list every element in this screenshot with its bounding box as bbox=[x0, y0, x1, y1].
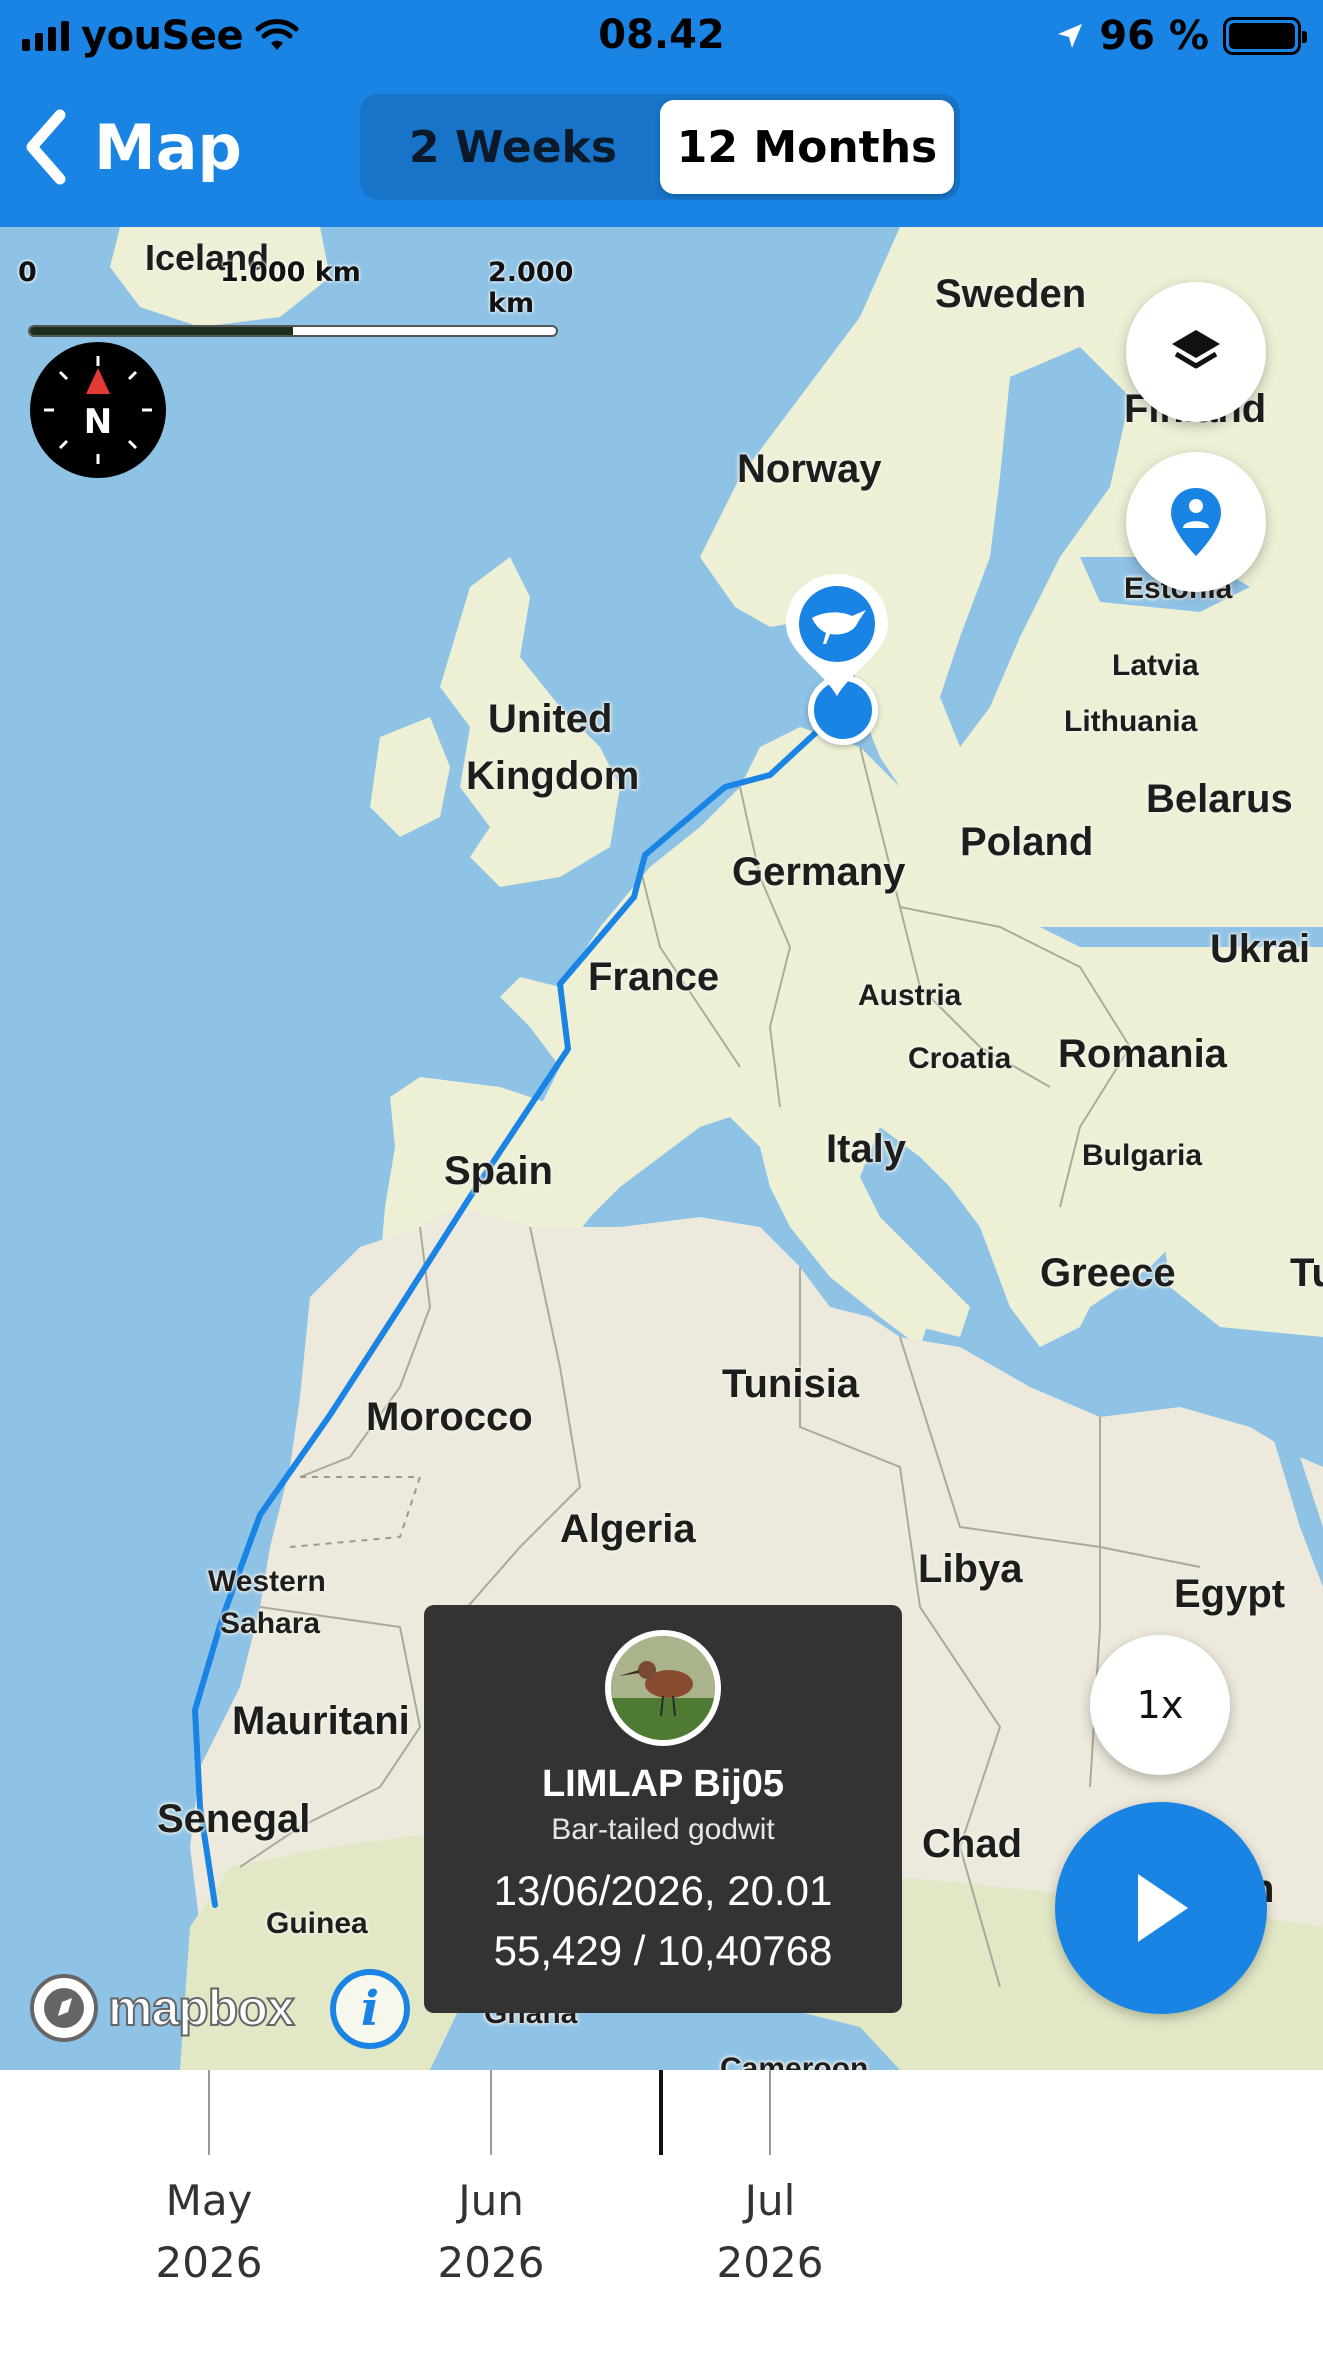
timeline-year-jun: 2026 bbox=[437, 2238, 545, 2287]
bird-species: Bar-tailed godwit bbox=[551, 1813, 775, 1846]
attribution-info-button[interactable]: i bbox=[330, 1969, 410, 2049]
compass-icon[interactable]: N bbox=[30, 342, 166, 478]
nav-bar: Map 2 Weeks 12 Months bbox=[0, 72, 1323, 227]
scale-bar-track bbox=[28, 325, 558, 337]
map-label-algeria: Algeria bbox=[560, 1507, 696, 1551]
bird-info-popup[interactable]: LIMLAP Bij05 Bar-tailed godwit 13/06/202… bbox=[424, 1605, 902, 2013]
timeline-current-marker[interactable] bbox=[659, 2070, 663, 2155]
scale-bar: 0 1.000 km 2.000 km bbox=[18, 257, 578, 337]
map-label-lithuania: Lithuania bbox=[1064, 705, 1198, 738]
map-label-latvia: Latvia bbox=[1112, 649, 1199, 682]
layers-icon bbox=[1172, 330, 1220, 369]
scale-mid: 1.000 km bbox=[220, 257, 361, 288]
timeline-label-jul: Jul 2026 bbox=[690, 2170, 850, 2294]
mapbox-logo[interactable]: mapbox bbox=[28, 1972, 296, 2044]
location-arrow-icon bbox=[1058, 24, 1083, 48]
map-label-poland: Poland bbox=[960, 820, 1094, 864]
segment-12-months[interactable]: 12 Months bbox=[660, 100, 954, 194]
map-label-morocco: Morocco bbox=[366, 1395, 533, 1439]
mapbox-wordmark: mapbox bbox=[107, 1979, 296, 2037]
bird-avatar bbox=[605, 1630, 721, 1746]
map-label-western: Western bbox=[208, 1565, 326, 1598]
fix-datetime: 13/06/2026, 20.01 bbox=[493, 1867, 833, 1914]
map-label-guinea: Guinea bbox=[266, 1907, 368, 1940]
map-label-egypt: Egypt bbox=[1174, 1572, 1286, 1616]
segment-2-weeks[interactable]: 2 Weeks bbox=[366, 100, 660, 194]
bird-name: LIMLAP Bij05 bbox=[541, 1763, 785, 1805]
back-label: Map bbox=[94, 110, 242, 184]
timeline-label-may: May 2026 bbox=[129, 2170, 289, 2294]
playback-speed-label: 1x bbox=[1136, 1683, 1184, 1727]
info-icon: i bbox=[360, 1981, 380, 2037]
map-label-kingdom: Kingdom bbox=[466, 754, 640, 798]
map-label-france: France bbox=[588, 955, 720, 999]
period-segmented-control: 2 Weeks 12 Months bbox=[360, 94, 960, 200]
map-label-turkey: Tu bbox=[1290, 1251, 1323, 1295]
compass-north-label: N bbox=[83, 402, 113, 442]
map-label-ukraine: Ukrai bbox=[1210, 927, 1311, 971]
person-pin-icon bbox=[1171, 488, 1221, 556]
map-label-libya: Libya bbox=[918, 1547, 1023, 1591]
mapbox-icon bbox=[30, 1974, 98, 2042]
bird-photo bbox=[611, 1636, 715, 1740]
timeline-tick-jun bbox=[490, 2070, 492, 2155]
scale-max: 2.000 km bbox=[488, 257, 574, 319]
map-label-bulgaria: Bulgaria bbox=[1082, 1139, 1203, 1172]
play-button[interactable] bbox=[1055, 1802, 1267, 2014]
land-ireland bbox=[370, 717, 450, 837]
back-button[interactable]: Map bbox=[20, 102, 242, 192]
timeline-month-jul: Jul bbox=[744, 2176, 796, 2225]
map-label-chad: Chad bbox=[922, 1822, 1022, 1866]
play-icon bbox=[1138, 1874, 1188, 1942]
timeline-year-may: 2026 bbox=[155, 2238, 263, 2287]
fix-coordinates: 55,429 / 10,40768 bbox=[493, 1927, 833, 1974]
map-label-mauritania: Mauritani bbox=[232, 1699, 410, 1743]
timeline-month-may: May bbox=[165, 2176, 253, 2225]
layers-button[interactable] bbox=[1126, 282, 1266, 422]
map-label-senegal: Senegal bbox=[157, 1797, 311, 1841]
playback-speed-button[interactable]: 1x bbox=[1090, 1635, 1230, 1775]
map-label-romania: Romania bbox=[1058, 1032, 1227, 1076]
map-label-belarus: Belarus bbox=[1146, 777, 1293, 821]
timeline-label-jun: Jun 2026 bbox=[411, 2170, 571, 2294]
map-view[interactable]: Iceland Sweden Finland Norway Estonia La… bbox=[0, 227, 1323, 2070]
timeline[interactable]: May 2026 Jun 2026 Jul 2026 bbox=[0, 2070, 1323, 2353]
map-label-austria: Austria bbox=[858, 979, 962, 1012]
scale-zero: 0 bbox=[18, 257, 37, 288]
timeline-tick-may bbox=[208, 2070, 210, 2155]
battery-icon bbox=[1223, 17, 1307, 55]
map-label-greece: Greece bbox=[1040, 1251, 1176, 1295]
battery-percent: 96 % bbox=[1099, 13, 1209, 59]
map-label-germany: Germany bbox=[732, 850, 906, 894]
status-bar: youSee 08.42 96 % bbox=[0, 0, 1323, 72]
my-location-button[interactable] bbox=[1126, 452, 1266, 592]
timeline-tick-jul bbox=[769, 2070, 771, 2155]
chevron-left-icon bbox=[26, 109, 66, 185]
status-right: 96 % bbox=[1055, 12, 1307, 60]
map-label-sahara: Sahara bbox=[220, 1607, 321, 1640]
map-label-tunisia: Tunisia bbox=[722, 1362, 860, 1406]
bird-marker[interactable] bbox=[782, 570, 892, 700]
map-label-united: United bbox=[488, 697, 613, 741]
timeline-year-jul: 2026 bbox=[716, 2238, 824, 2287]
map-label-cameroon-fragment: Cameroon bbox=[720, 2052, 869, 2070]
map-label-norway: Norway bbox=[737, 447, 882, 491]
map-label-spain: Spain bbox=[444, 1149, 553, 1193]
timeline-month-jun: Jun bbox=[458, 2176, 524, 2225]
map-label-sweden: Sweden bbox=[935, 272, 1087, 316]
map-label-croatia: Croatia bbox=[908, 1042, 1012, 1075]
map-label-italy: Italy bbox=[826, 1127, 907, 1171]
